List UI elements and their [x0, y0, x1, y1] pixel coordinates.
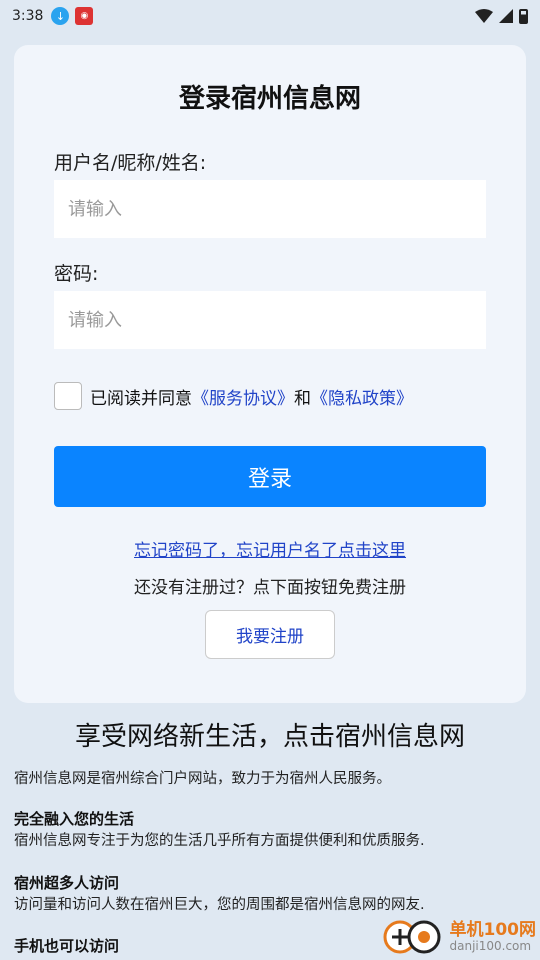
password-label: 密码: — [54, 263, 99, 285]
info-text: 宿州信息网专注于为您的生活几乎所有方面提供便利和优质服务. — [14, 833, 425, 849]
username-input[interactable] — [54, 180, 486, 238]
register-hint: 还没有注册过？点下面按钮免费注册 — [134, 578, 406, 598]
watermark: 单机100网 danji100.com — [382, 916, 537, 958]
info-heading: 完全融入您的生活 — [14, 810, 135, 828]
wifi-icon — [475, 9, 493, 23]
battery-icon — [519, 8, 528, 24]
download-notification-icon: ↓ — [51, 7, 70, 25]
register-button[interactable]: 我要注册 — [205, 610, 335, 659]
status-bar: 3:38 ↓ ◉ — [0, 0, 540, 32]
status-time: 3:38 — [12, 8, 44, 24]
slogan: 享受网络新生活，点击宿州信息网 — [74, 722, 465, 752]
info-heading: 宿州超多人访问 — [14, 874, 120, 892]
app-notification-icon: ◉ — [75, 7, 94, 25]
watermark-text: 单机100网 danji100.com — [450, 921, 537, 953]
service-agreement-link[interactable]: 《服务协议》 — [192, 384, 294, 409]
info-block: 宿州超多人访问 访问量和访问人数在宿州巨大，您的周围都是宿州信息网的网友. — [14, 872, 526, 916]
site-intro-text: 宿州信息网是宿州综合门户网站，致力于为宿州人民服务。 — [14, 771, 391, 787]
watermark-name: 单机100网 — [449, 920, 537, 941]
page-title: 登录宿州信息网 — [178, 84, 361, 114]
privacy-policy-link[interactable]: 《隐私政策》 — [311, 384, 413, 409]
agreement-prefix: 已阅读并同意 — [90, 388, 192, 409]
watermark-url: danji100.com — [449, 938, 532, 953]
agreement-row: 已阅读并同意 《服务协议》 和 《隐私政策》 — [54, 382, 413, 410]
agreement-and: 和 — [294, 388, 311, 409]
login-card — [14, 45, 526, 703]
username-label: 用户名/昵称/姓名: — [54, 152, 207, 174]
status-indicators — [475, 8, 528, 24]
info-text: 访问量和访问人数在宿州巨大，您的周围都是宿州信息网的网友. — [14, 897, 425, 913]
agreement-checkbox[interactable] — [54, 382, 82, 410]
watermark-logo-icon — [383, 920, 440, 954]
password-input[interactable] — [54, 291, 486, 349]
signal-icon — [499, 9, 513, 23]
login-button[interactable]: 登录 — [54, 446, 486, 507]
info-block: 完全融入您的生活 宿州信息网专注于为您的生活几乎所有方面提供便利和优质服务. — [14, 808, 526, 852]
site-intro: 宿州信息网是宿州综合门户网站，致力于为宿州人民服务。 — [14, 768, 526, 790]
forgot-password-link[interactable]: 忘记密码了，忘记用户名了点击这里 — [0, 536, 540, 561]
